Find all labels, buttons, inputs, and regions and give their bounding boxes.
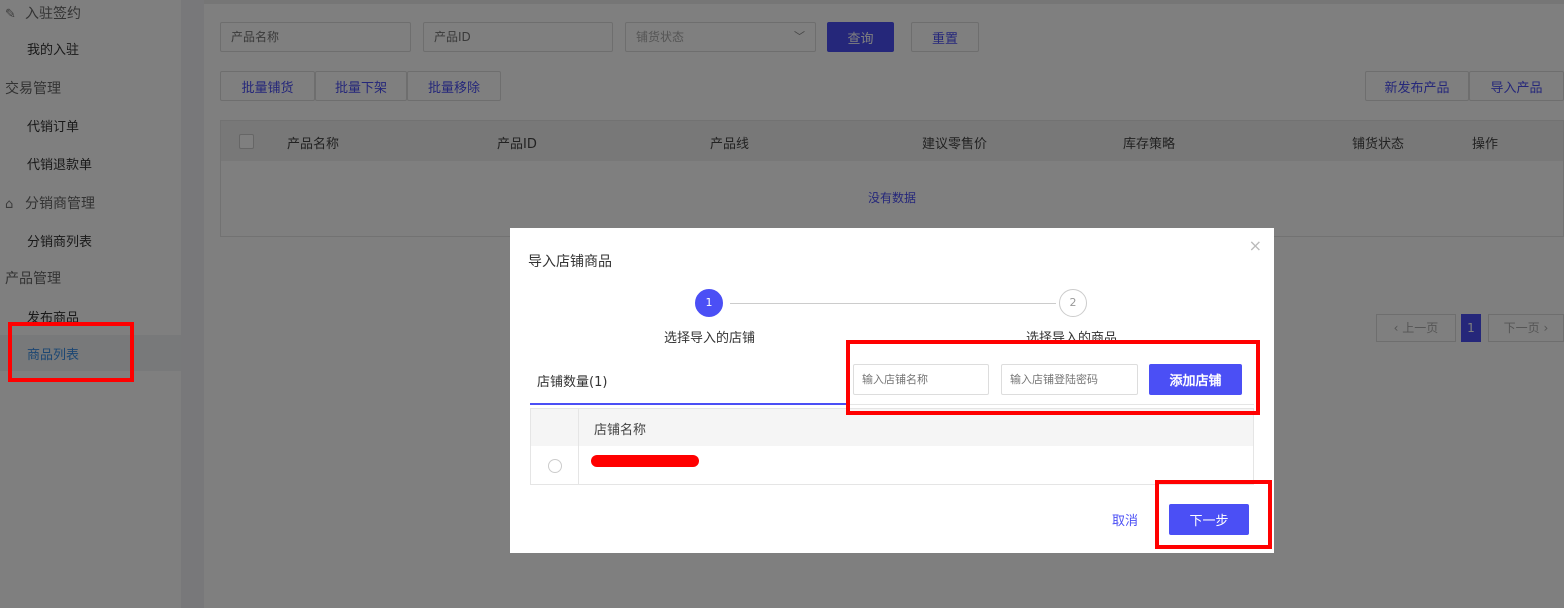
annotation-box-next-step [1155,480,1272,549]
store-count-tab[interactable]: 店铺数量(1) [537,371,607,390]
annotation-box-product-list [8,322,134,382]
step-connector [730,303,1056,304]
annotation-box-add-store [846,340,1260,415]
cancel-button[interactable]: 取消 [1100,504,1150,535]
step-1-circle: 1 [695,289,723,317]
redacted-store-name [591,455,699,467]
tab-active-indicator [530,403,848,405]
store-radio[interactable] [548,459,562,473]
col-store-name: 店铺名称 [594,423,647,438]
table-row[interactable] [531,446,1253,484]
step-1-label: 选择导入的店铺 [664,331,756,346]
step-2-circle: 2 [1059,289,1087,317]
modal-title: 导入店铺商品 [528,254,612,270]
close-icon[interactable]: × [1249,236,1262,255]
store-table: 店铺名称 [530,408,1254,485]
